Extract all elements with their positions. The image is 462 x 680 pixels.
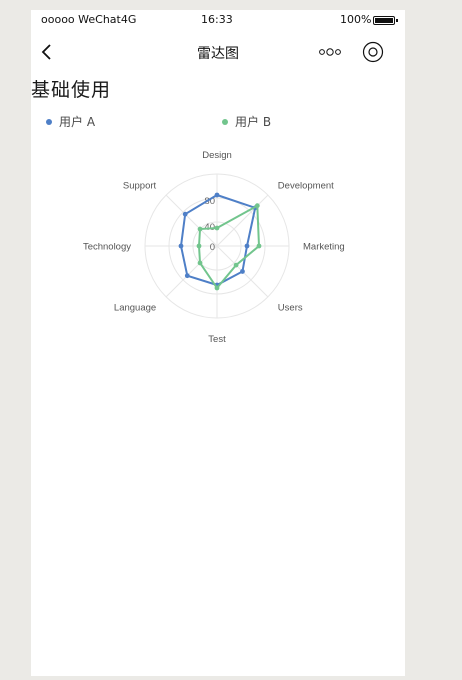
data-point-1-2 (256, 243, 262, 249)
data-point-0-5 (184, 273, 190, 279)
data-point-0-3 (240, 269, 245, 274)
axis-spoke-5 (165, 245, 218, 298)
series-line-1 (197, 204, 261, 290)
indicator-label-design: Design (202, 150, 232, 161)
indicator-label-test: Test (208, 334, 226, 345)
data-point-0-0 (214, 192, 220, 198)
data-point-1-3 (233, 262, 239, 268)
indicator-label-technology: Technology (83, 242, 131, 253)
data-point-0-7 (182, 211, 188, 217)
data-point-0-6 (178, 243, 184, 249)
data-point-1-6 (196, 243, 202, 249)
data-point-1-5 (197, 260, 203, 266)
indicator-label-development: Development (278, 181, 334, 192)
indicator-label-marketing: Marketing (303, 242, 345, 253)
indicator-label-language: Language (114, 302, 156, 313)
indicator-label-users: Users (278, 302, 303, 313)
data-point-1-4 (214, 285, 220, 291)
radar-chart: 04080DesignDevelopmentMarketingUsersTest… (83, 150, 345, 345)
indicator-label-support: Support (123, 181, 157, 192)
data-point-1-0 (214, 225, 220, 231)
tick-label-0: 0 (210, 242, 215, 253)
data-point-0-2 (244, 243, 250, 249)
data-point-1-7 (197, 226, 203, 232)
data-point-1-1 (254, 203, 260, 209)
phone-screen: ooooo WeChat4G 16:33 100% 雷达图 基础使用 用户 A … (31, 10, 405, 676)
